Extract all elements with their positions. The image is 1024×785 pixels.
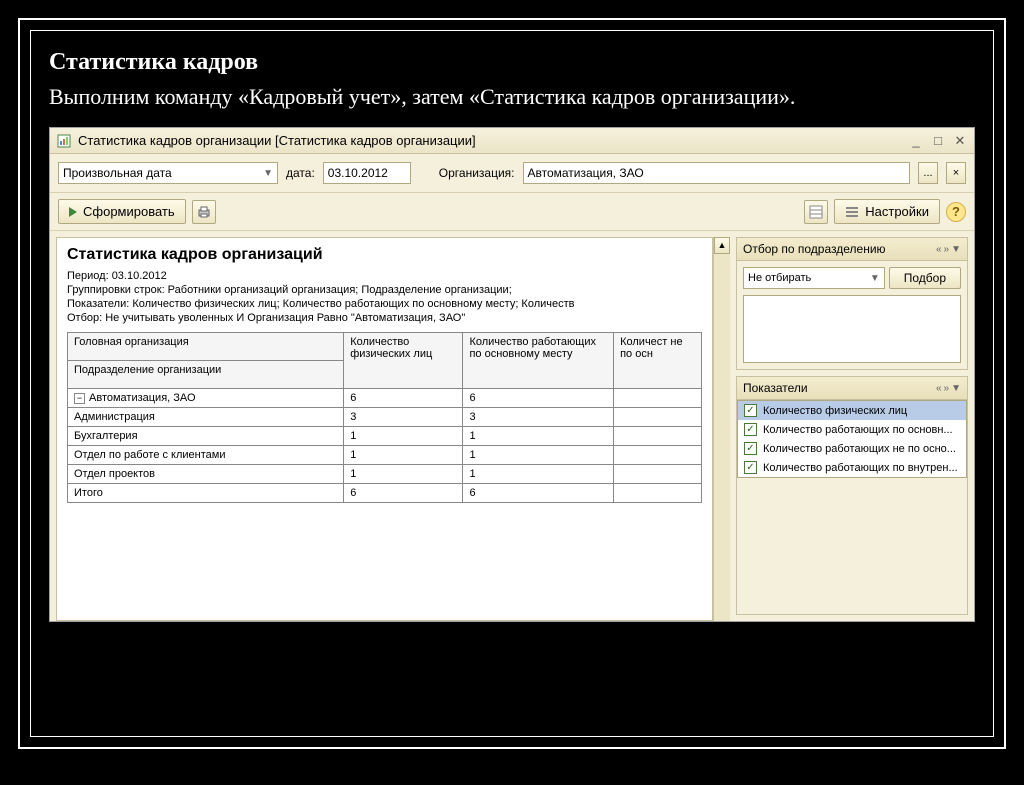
table-view-button[interactable]: [804, 200, 828, 224]
settings-icon: [845, 205, 859, 219]
slide-description: Выполним команду «Кадровый учет», затем …: [49, 80, 975, 113]
table-row[interactable]: Отдел по работе с клиентами 1 1: [68, 446, 702, 465]
panel-next-icon[interactable]: »: [944, 244, 950, 255]
table-row[interactable]: Бухгалтерия 1 1: [68, 427, 702, 446]
collapse-toggle[interactable]: −: [74, 393, 85, 404]
date-input[interactable]: 03.10.2012: [323, 162, 411, 184]
table-row[interactable]: Администрация 3 3: [68, 408, 702, 427]
filter-panel-header: Отбор по подразделению « » ▼: [737, 238, 967, 261]
table-total-row: Итого 6 6: [68, 484, 702, 503]
col-header-dept: Подразделение организации: [68, 361, 344, 389]
chevron-down-icon: ▼: [870, 273, 880, 284]
slide-title: Статистика кадров: [49, 49, 975, 76]
checkbox-icon[interactable]: ✓: [744, 423, 757, 436]
select-button[interactable]: Подбор: [889, 267, 961, 289]
window-title: Статистика кадров организации [Статистик…: [78, 133, 908, 148]
period-mode-select[interactable]: Произвольная дата▼: [58, 162, 278, 184]
panel-prev-icon[interactable]: «: [936, 244, 942, 255]
checkbox-icon[interactable]: ✓: [744, 442, 757, 455]
chevron-down-icon: ▼: [263, 168, 273, 179]
col-header-count1: Количество физических лиц: [344, 333, 463, 389]
panel-next-icon[interactable]: »: [944, 383, 950, 394]
parameters-bar: Произвольная дата▼ дата: 03.10.2012 Орга…: [50, 154, 974, 193]
app-icon: [56, 133, 72, 149]
report-pane: Статистика кадров организаций Период: 03…: [56, 237, 713, 621]
report-grouping: Группировки строк: Работники организаций…: [67, 284, 702, 296]
panel-collapse-icon[interactable]: ▼: [951, 383, 961, 394]
organization-input[interactable]: Автоматизация, ЗАО: [523, 162, 911, 184]
indicator-item[interactable]: ✓ Количество физических лиц: [738, 401, 966, 420]
play-icon: [69, 207, 77, 217]
toolbar: Сформировать Настройки ?: [50, 193, 974, 231]
report-table: Головная организация Количество физическ…: [67, 332, 702, 503]
title-bar: Статистика кадров организации [Статистик…: [50, 128, 974, 154]
panel-collapse-icon[interactable]: ▼: [951, 244, 961, 255]
filter-mode-select[interactable]: Не отбирать▼: [743, 267, 885, 289]
indicators-panel-header: Показатели « » ▼: [737, 377, 967, 400]
close-button[interactable]: ✕: [952, 133, 968, 149]
col-header-count2: Количество работающих по основному месту: [463, 333, 614, 389]
report-title: Статистика кадров организаций: [67, 246, 702, 264]
org-select-button[interactable]: ...: [918, 162, 938, 184]
indicator-item[interactable]: ✓ Количество работающих по основн...: [738, 420, 966, 439]
minimize-button[interactable]: _: [908, 133, 924, 149]
panel-prev-icon[interactable]: «: [936, 383, 942, 394]
indicator-item[interactable]: ✓ Количество работающих по внутрен...: [738, 458, 966, 477]
app-window: Статистика кадров организации [Статистик…: [49, 127, 975, 622]
date-label: дата:: [286, 166, 315, 180]
print-button[interactable]: [192, 200, 216, 224]
checkbox-icon[interactable]: ✓: [744, 404, 757, 417]
indicator-item[interactable]: ✓ Количество работающих не по осно...: [738, 439, 966, 458]
col-header-count3: Количест не по осн: [614, 333, 702, 389]
report-period: Период: 03.10.2012: [67, 270, 702, 282]
report-indicators: Показатели: Количество физических лиц; К…: [67, 298, 702, 310]
filter-list-area[interactable]: [743, 295, 961, 363]
side-panel: Отбор по подразделению « » ▼ Не отбирать…: [736, 237, 968, 621]
col-header-org: Головная организация: [68, 333, 344, 361]
org-clear-button[interactable]: ×: [946, 162, 966, 184]
help-button[interactable]: ?: [946, 202, 966, 222]
org-label: Организация:: [439, 166, 515, 180]
maximize-button[interactable]: □: [930, 133, 946, 149]
settings-button[interactable]: Настройки: [834, 199, 940, 224]
table-row[interactable]: Отдел проектов 1 1: [68, 465, 702, 484]
checkbox-icon[interactable]: ✓: [744, 461, 757, 474]
table-row[interactable]: −Автоматизация, ЗАО 6 6: [68, 389, 702, 408]
generate-button[interactable]: Сформировать: [58, 199, 186, 224]
indicators-list: ✓ Количество физических лиц ✓ Количество…: [737, 400, 967, 478]
scroll-up-icon[interactable]: ▲: [714, 237, 730, 254]
vertical-scrollbar[interactable]: ▲: [713, 237, 730, 621]
report-filter: Отбор: Не учитывать уволенных И Организа…: [67, 312, 702, 324]
